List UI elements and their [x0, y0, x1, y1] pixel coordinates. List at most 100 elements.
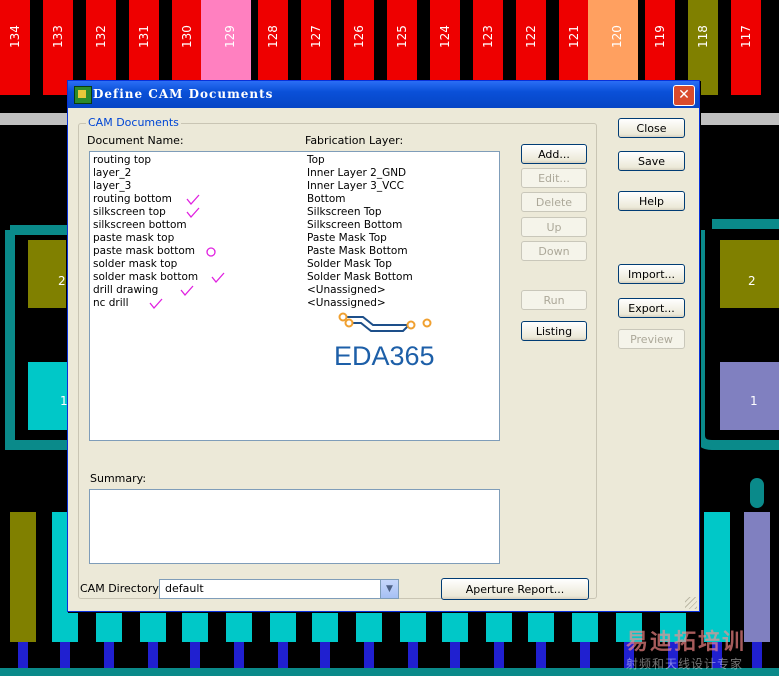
preview-button[interactable]: Preview	[618, 329, 685, 349]
fabrication-layer: Inner Layer 2_GND	[307, 167, 407, 179]
pcb-pad	[10, 512, 36, 642]
pad-number-label: 132	[94, 25, 108, 48]
fabrication-layer: Top	[307, 154, 325, 166]
document-name: routing bottom	[93, 193, 172, 205]
summary-box[interactable]	[89, 489, 500, 564]
pad-number-label: 127	[309, 25, 323, 48]
document-name: paste mask bottom	[93, 245, 196, 257]
pad-number-label: 122	[524, 25, 538, 48]
pad-number-label: 131	[137, 25, 151, 48]
listing-button[interactable]: Listing	[521, 321, 587, 341]
list-item[interactable]: routing bottom Bottom	[90, 193, 499, 206]
pcb-trace	[450, 642, 460, 668]
pad-number-label: 130	[180, 25, 194, 48]
handwritten-check-mark	[211, 272, 225, 284]
pad-number-label: 134	[8, 25, 22, 48]
document-name: paste mask top	[93, 232, 175, 244]
resize-grip[interactable]	[685, 597, 697, 609]
handwritten-check-mark	[180, 285, 194, 297]
handwritten-check-mark	[186, 207, 200, 219]
handwritten-circle-mark	[206, 247, 217, 257]
chevron-down-icon[interactable]: ▼	[380, 580, 398, 598]
list-item[interactable]: layer_2 Inner Layer 2_GND	[90, 167, 499, 180]
pcb-trace	[148, 642, 158, 668]
pads-app-icon	[74, 86, 92, 104]
pcb-trace	[364, 642, 374, 668]
cam-documents-group-label: CAM Documents	[86, 116, 181, 129]
pad-number-label: 120	[610, 25, 624, 48]
pcb-trace	[190, 642, 200, 668]
pcb-pad	[704, 512, 730, 642]
side-pad-label: 1	[750, 394, 758, 408]
list-item[interactable]: solder mask bottom Solder Mask Bottom	[90, 271, 499, 284]
pcb-trace	[580, 642, 590, 668]
fabrication-layer: Paste Mask Bottom	[307, 245, 408, 257]
pcb-trace	[104, 642, 114, 668]
list-item[interactable]: paste mask top Paste Mask Top	[90, 232, 499, 245]
delete-button[interactable]: Delete	[521, 192, 587, 212]
pcb-trace	[320, 642, 330, 668]
close-button[interactable]: Close	[618, 118, 685, 138]
save-button[interactable]: Save	[618, 151, 685, 171]
add-button[interactable]: Add...	[521, 144, 587, 164]
up-button[interactable]: Up	[521, 217, 587, 237]
cam-directory-select[interactable]: default ▼	[159, 579, 399, 599]
list-item[interactable]: layer_3 Inner Layer 3_VCC	[90, 180, 499, 193]
title-bar[interactable]: Define CAM Documents ✕	[68, 81, 699, 108]
side-pad-label: 2	[748, 274, 756, 288]
list-item[interactable]: routing top Top	[90, 154, 499, 167]
pad-number-label: 129	[223, 25, 237, 48]
close-icon[interactable]: ✕	[673, 85, 695, 106]
fabrication-layer: Inner Layer 3_VCC	[307, 180, 404, 192]
document-name: layer_3	[93, 180, 132, 192]
down-button[interactable]: Down	[521, 241, 587, 261]
handwritten-check-mark	[186, 194, 200, 206]
pad-number-label: 118	[696, 25, 710, 48]
cam-directory-value: default	[165, 582, 204, 595]
pcb-trace	[18, 642, 28, 668]
import-button[interactable]: Import...	[618, 264, 685, 284]
list-item[interactable]: silkscreen bottom Silkscreen Bottom	[90, 219, 499, 232]
summary-label: Summary:	[90, 472, 147, 485]
document-name: silkscreen bottom	[93, 219, 187, 231]
list-item[interactable]: drill drawing <Unassigned>	[90, 284, 499, 297]
pad-number-label: 123	[481, 25, 495, 48]
document-name: layer_2	[93, 167, 132, 179]
aperture-report-button[interactable]: Aperture Report...	[441, 578, 589, 600]
help-button[interactable]: Help	[618, 191, 685, 211]
list-item[interactable]: paste mask bottom Paste Mask Bottom	[90, 245, 499, 258]
pcb-trace	[60, 642, 70, 668]
pad-number-label: 121	[567, 25, 581, 48]
list-item[interactable]: solder mask top Solder Mask Top	[90, 258, 499, 271]
pad-number-label: 128	[266, 25, 280, 48]
run-button[interactable]: Run	[521, 290, 587, 310]
dialog-title: Define CAM Documents	[93, 87, 274, 101]
document-name: solder mask top	[93, 258, 178, 270]
side-pad-label: 2	[58, 274, 66, 288]
fabrication-layer: Bottom	[307, 193, 346, 205]
pad-number-label: 133	[51, 25, 65, 48]
pcb-trace	[278, 642, 288, 668]
pad-number-label: 119	[653, 25, 667, 48]
pcb-trace	[752, 642, 762, 668]
handwritten-check-mark	[149, 298, 163, 310]
export-button[interactable]: Export...	[618, 298, 685, 318]
fabrication-layer: <Unassigned>	[307, 284, 386, 296]
list-item[interactable]: silkscreen top Silkscreen Top	[90, 206, 499, 219]
pcb-trace	[408, 642, 418, 668]
pcb-pad	[744, 512, 770, 642]
edit-button[interactable]: Edit...	[521, 168, 587, 188]
eda365-logo: EDA365	[334, 312, 435, 369]
document-name: nc drill	[93, 297, 129, 309]
eda365-logo-text: EDA365	[334, 341, 435, 369]
document-name: routing top	[93, 154, 152, 166]
fabrication-layer: Silkscreen Top	[307, 206, 382, 218]
document-name: solder mask bottom	[93, 271, 199, 283]
pad-number-label: 117	[739, 25, 753, 48]
cam-documents-list[interactable]: routing top Top layer_2 Inner Layer 2_GND la…	[89, 151, 500, 441]
pcb-trace	[494, 642, 504, 668]
fabrication-layer-header: Fabrication Layer:	[305, 134, 404, 147]
fabrication-layer: Solder Mask Top	[307, 258, 392, 270]
cam-directory-label: CAM Directory:	[80, 582, 162, 595]
watermark-text: 易迪拓培训	[626, 630, 747, 655]
